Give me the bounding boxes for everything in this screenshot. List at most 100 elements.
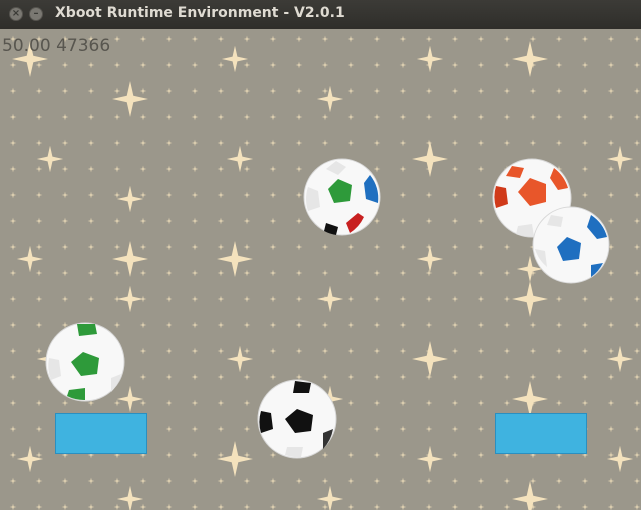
small-star-icon	[61, 217, 69, 225]
small-star-icon	[555, 503, 563, 510]
small-star-icon	[477, 243, 485, 251]
small-star-icon	[9, 425, 17, 433]
small-star-icon	[347, 113, 355, 121]
small-star-icon	[61, 477, 69, 485]
small-star-icon	[321, 503, 329, 510]
small-star-icon	[607, 35, 615, 43]
small-star-icon	[451, 139, 459, 147]
minimize-button[interactable]: –	[29, 7, 43, 21]
small-star-icon	[451, 61, 459, 69]
small-star-icon	[165, 139, 173, 147]
small-star-icon	[373, 399, 381, 407]
small-star-icon	[477, 139, 485, 147]
small-star-icon	[243, 243, 251, 251]
small-star-icon	[295, 503, 303, 510]
small-star-icon	[633, 399, 641, 407]
small-star-icon	[35, 295, 43, 303]
small-star-icon	[347, 321, 355, 329]
small-star-icon	[399, 217, 407, 225]
small-star-icon	[9, 503, 17, 510]
small-star-icon	[425, 217, 433, 225]
small-star-icon	[633, 269, 641, 277]
small-star-icon	[61, 243, 69, 251]
small-star-icon	[61, 165, 69, 173]
small-star-icon	[9, 165, 17, 173]
star-icon	[116, 285, 144, 313]
small-star-icon	[217, 373, 225, 381]
game-canvas[interactable]: 50.00 47366	[0, 29, 641, 510]
small-star-icon	[191, 217, 199, 225]
small-star-icon	[555, 477, 563, 485]
small-star-icon	[243, 373, 251, 381]
small-star-icon	[529, 477, 537, 485]
small-star-icon	[113, 61, 121, 69]
close-button[interactable]: ×	[9, 7, 23, 21]
small-star-icon	[633, 243, 641, 251]
small-star-icon	[9, 243, 17, 251]
small-star-icon	[399, 35, 407, 43]
small-star-icon	[555, 113, 563, 121]
small-star-icon	[191, 321, 199, 329]
small-star-icon	[295, 347, 303, 355]
small-star-icon	[503, 503, 511, 510]
small-star-icon	[451, 87, 459, 95]
small-star-icon	[165, 35, 173, 43]
small-star-icon	[165, 243, 173, 251]
small-star-icon	[35, 165, 43, 173]
small-star-icon	[217, 243, 225, 251]
small-star-icon	[555, 373, 563, 381]
small-star-icon	[555, 295, 563, 303]
small-star-icon	[35, 477, 43, 485]
small-star-icon	[217, 35, 225, 43]
minimize-icon: –	[33, 8, 39, 19]
ball-black	[257, 379, 337, 459]
small-star-icon	[243, 477, 251, 485]
small-star-icon	[633, 165, 641, 173]
small-star-icon	[243, 347, 251, 355]
small-star-icon	[373, 87, 381, 95]
small-star-icon	[347, 139, 355, 147]
small-star-icon	[295, 113, 303, 121]
small-star-icon	[399, 191, 407, 199]
ball-green-top	[303, 158, 381, 236]
small-star-icon	[165, 321, 173, 329]
small-star-icon	[347, 87, 355, 95]
small-star-icon	[529, 113, 537, 121]
small-star-icon	[61, 269, 69, 277]
small-star-icon	[35, 191, 43, 199]
star-icon	[217, 441, 253, 477]
star-icon	[116, 485, 144, 510]
small-star-icon	[373, 243, 381, 251]
small-star-icon	[269, 139, 277, 147]
star-icon	[416, 245, 444, 273]
small-star-icon	[477, 503, 485, 510]
small-star-icon	[269, 503, 277, 510]
small-star-icon	[399, 165, 407, 173]
small-star-icon	[633, 217, 641, 225]
small-star-icon	[269, 243, 277, 251]
small-star-icon	[399, 503, 407, 510]
small-star-icon	[373, 321, 381, 329]
small-star-icon	[607, 399, 615, 407]
small-star-icon	[399, 87, 407, 95]
small-star-icon	[347, 477, 355, 485]
small-star-icon	[9, 451, 17, 459]
small-star-icon	[269, 191, 277, 199]
small-star-icon	[243, 503, 251, 510]
paddle-right[interactable]	[495, 413, 587, 454]
small-star-icon	[113, 503, 121, 510]
small-star-icon	[9, 191, 17, 199]
small-star-icon	[451, 503, 459, 510]
small-star-icon	[633, 477, 641, 485]
small-star-icon	[9, 477, 17, 485]
small-star-icon	[165, 165, 173, 173]
small-star-icon	[425, 321, 433, 329]
paddle-left[interactable]	[55, 413, 147, 454]
small-star-icon	[347, 295, 355, 303]
small-star-icon	[607, 477, 615, 485]
small-star-icon	[373, 451, 381, 459]
small-star-icon	[217, 347, 225, 355]
small-star-icon	[425, 191, 433, 199]
small-star-icon	[113, 113, 121, 121]
star-icon	[226, 145, 254, 173]
